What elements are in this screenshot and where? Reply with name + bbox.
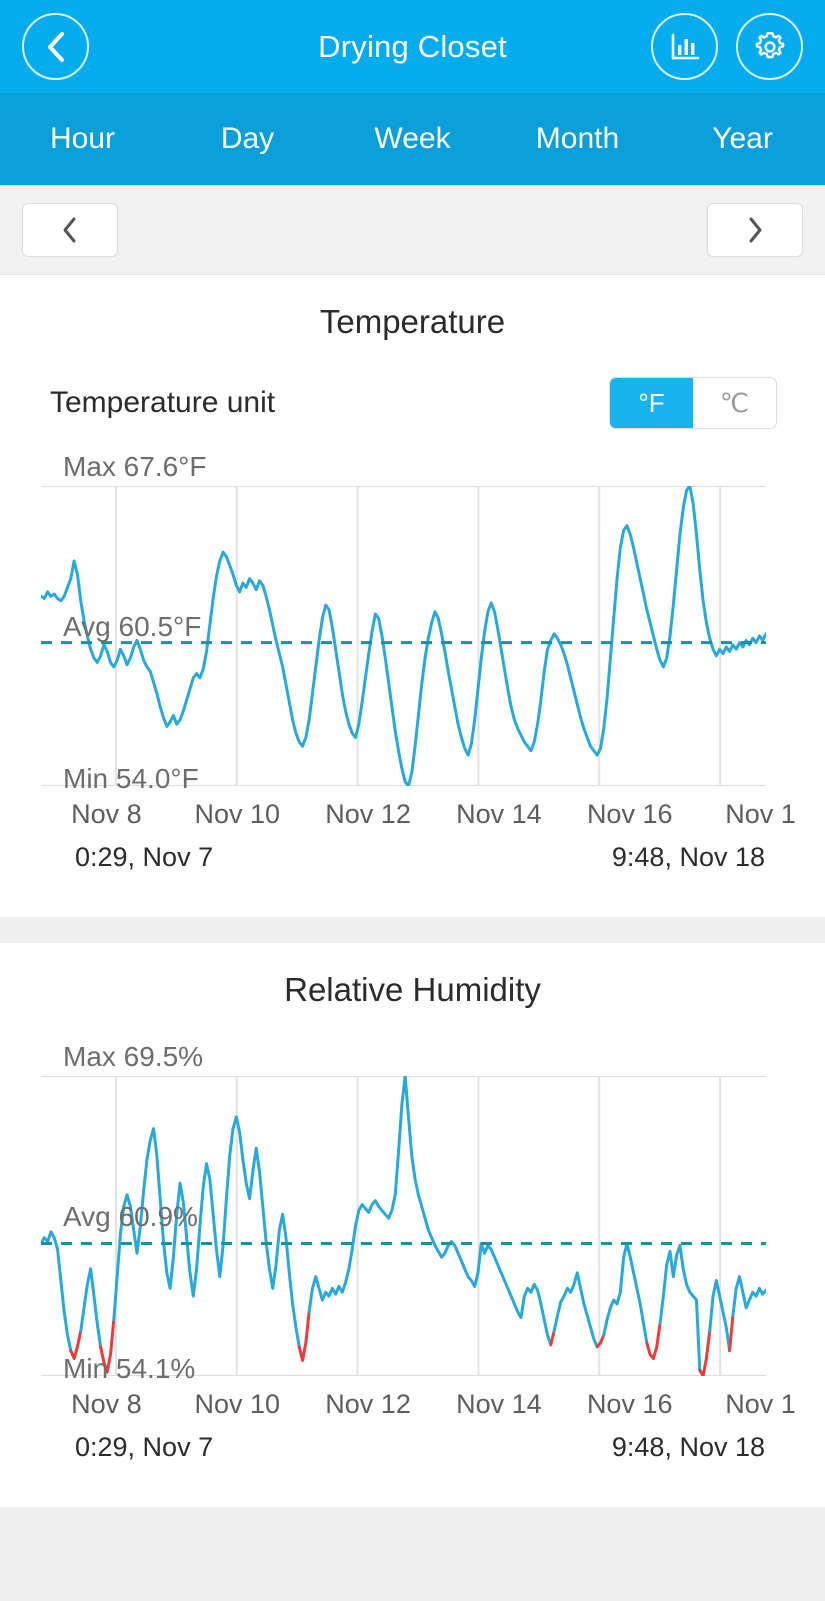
app-root: Drying Closet Hour Day Week Month Year T…	[0, 0, 825, 1601]
pager-next-button[interactable]	[707, 202, 803, 257]
x-tick: Nov 8	[71, 1389, 142, 1419]
tab-hour[interactable]: Hour	[0, 122, 165, 156]
tab-day[interactable]: Day	[165, 122, 330, 156]
date-pager	[0, 185, 825, 275]
unit-option-fahrenheit[interactable]: °F	[610, 378, 693, 428]
unit-option-celsius[interactable]: ℃	[693, 378, 776, 428]
x-tick: Nov 12	[325, 1389, 411, 1419]
tab-week[interactable]: Week	[330, 122, 495, 156]
bottom-separator	[0, 1507, 825, 1567]
humidity-title: Relative Humidity	[284, 971, 541, 1008]
humidity-x-axis: Nov 8 Nov 10 Nov 12 Nov 14 Nov 16 Nov 1	[41, 1381, 825, 1420]
temperature-unit-toggle[interactable]: °F ℃	[609, 377, 777, 429]
temperature-max-label: Max 67.6°F	[63, 451, 207, 482]
x-tick: Nov 12	[325, 799, 411, 829]
temperature-range-row: 0:29, Nov 7 9:48, Nov 18	[20, 830, 805, 873]
x-tick: Nov 16	[586, 799, 673, 829]
humidity-avg-label: Avg 60.9%	[63, 1201, 198, 1232]
humidity-chart-area[interactable]: Max 69.5% Avg 60.9% Min 54.1%	[41, 1041, 825, 1384]
chevron-left-icon	[43, 30, 69, 64]
temperature-avg-label: Avg 60.5°F	[63, 611, 202, 642]
pager-prev-button[interactable]	[22, 202, 118, 257]
x-tick: Nov 16	[586, 1389, 673, 1419]
app-bar: Drying Closet	[0, 0, 825, 93]
period-tabs: Hour Day Week Month Year	[0, 93, 825, 185]
gear-icon	[753, 30, 787, 64]
x-tick: Nov 1	[725, 1389, 796, 1419]
humidity-chart-block: Max 69.5% Avg 60.9% Min 54.1% Nov 8 Nov …	[0, 1041, 825, 1463]
x-tick: Nov 14	[456, 1389, 542, 1419]
x-tick: Nov 10	[194, 799, 281, 829]
temperature-unit-label: Temperature unit	[50, 386, 276, 419]
temperature-card: Temperature Temperature unit °F ℃ Max 67…	[0, 275, 825, 917]
temperature-range-start: 0:29, Nov 7	[75, 842, 214, 872]
temperature-title: Temperature	[319, 303, 506, 340]
temperature-unit-row: Temperature unit °F ℃	[0, 351, 825, 451]
humidity-min-label: Min 54.1%	[63, 1353, 196, 1384]
humidity-range-row: 0:29, Nov 7 9:48, Nov 18	[20, 1420, 805, 1463]
chevron-right-icon	[746, 216, 764, 244]
temperature-range-end: 9:48, Nov 18	[611, 842, 765, 872]
tab-month[interactable]: Month	[495, 122, 660, 156]
humidity-max-label: Max 69.5%	[63, 1041, 204, 1072]
statistics-button[interactable]	[651, 13, 718, 80]
x-tick: Nov 14	[456, 799, 542, 829]
x-tick: Nov 1	[725, 799, 796, 829]
back-button[interactable]	[22, 13, 89, 80]
humidity-range-end: 9:48, Nov 18	[611, 1432, 765, 1462]
tab-year[interactable]: Year	[660, 122, 825, 156]
x-tick: Nov 8	[71, 799, 142, 829]
settings-button[interactable]	[736, 13, 803, 80]
humidity-range-start: 0:29, Nov 7	[75, 1432, 214, 1462]
app-bar-actions	[651, 13, 803, 80]
temperature-chart-block: Max 67.6°F Avg 60.5°F Min 54.0°F Nov 8 N…	[0, 451, 825, 873]
temperature-x-axis: Nov 8 Nov 10 Nov 12 Nov 14 Nov 16 Nov 1	[41, 791, 825, 830]
chevron-left-icon	[61, 216, 79, 244]
humidity-card: Relative Humidity Max 69.5% Avg 60.9% Mi…	[0, 943, 825, 1507]
temperature-min-label: Min 54.0°F	[63, 763, 199, 794]
temperature-chart-area[interactable]: Max 67.6°F Avg 60.5°F Min 54.0°F	[41, 451, 825, 794]
card-separator	[0, 917, 825, 943]
bar-chart-icon	[669, 31, 701, 63]
x-tick: Nov 10	[194, 1389, 281, 1419]
